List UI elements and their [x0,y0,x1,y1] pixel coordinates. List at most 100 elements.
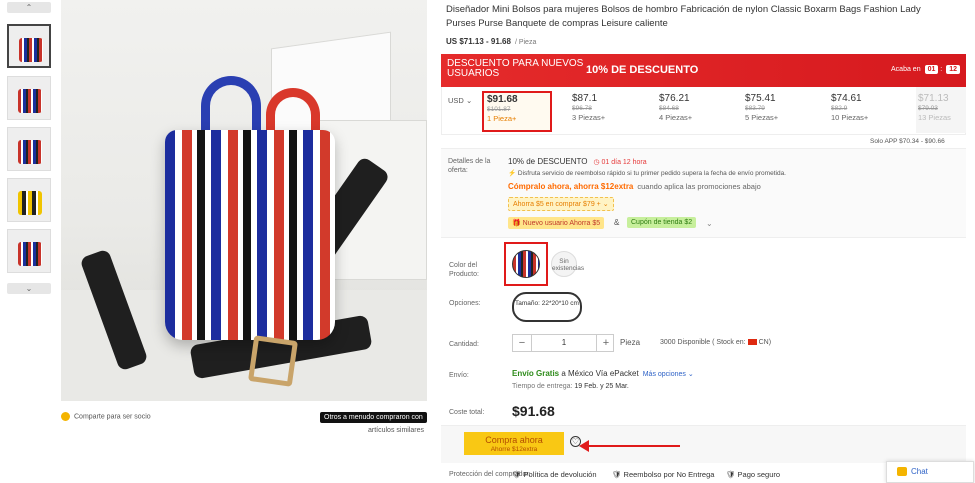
clock-icon: ◷ [593,159,602,166]
thumbnail-down-button[interactable]: ⌄ [7,283,51,294]
tier-5[interactable]: $74.61 $82.9 10 Piezas+ [831,93,901,122]
countdown-days: 01 [924,65,939,74]
similar-items-label: artículos similares [368,427,425,434]
solo-app-price[interactable]: Solo APP $70.34 - $90.66 [870,138,945,145]
price-tiers: USD ⌄ $91.68 $101.87 1 Pieza+ $87.1 $96.78 3… [441,87,966,135]
coupon-text: Ahorra $5 en comprar $79 + [513,201,601,208]
tier-price: $87.1 [572,93,598,104]
buy-promo-note: cuando aplica las promociones abajo [637,182,761,191]
buy-now-sub: Ahorre $12extra [490,446,538,453]
more-options-label: Más opciones [642,371,686,378]
stock-location: CN) [758,339,772,346]
banner-new-users: DESCUENTO PARA NUEVOS USUARIOS [447,58,584,79]
countdown-label: Acaba en [891,66,921,73]
quantity-stepper: − 1 + [512,334,614,352]
protection-returns: 🛡 Política de devolución [512,470,597,479]
strap-buckle [248,335,298,387]
price-unit: / Pieza [514,39,537,46]
tier-4[interactable]: $75.41 $83.79 5 Piezas+ [745,93,815,122]
chevron-down-icon: ⌄ [602,201,609,208]
tier-qty: 3 Piezas+ [572,113,606,122]
thumbnail-4[interactable] [7,178,51,222]
quantity-label: Cantidad: [449,341,479,348]
shield-icon: 🛡 [512,470,522,479]
tier-orig-price: $79.03 [918,105,938,112]
free-shipping: Envío Gratis [512,369,560,378]
options-label: Opciones: [449,300,481,307]
buy-now-button[interactable]: Compra ahora Ahorre $12extra [464,432,564,455]
share-icon [61,412,70,421]
store-coupon-text: Cupón de tienda $2 [631,219,693,226]
delivery-time-label: Tiempo de entrega: [512,383,575,390]
thumbnail-1[interactable] [7,24,51,68]
lightning-icon: ⚡ [508,170,517,177]
buy-now-label: Compra ahora [485,435,543,445]
protection-returns-text: Política de devolución [523,470,597,479]
store-coupon-chip[interactable]: Ahorra $5 en comprar $79 + ⌄ [508,197,614,211]
quantity-input[interactable]: 1 [531,335,597,351]
color-option-sold-out[interactable]: Sin existencias [551,251,584,277]
thumbnail-2[interactable] [7,76,51,120]
thumbnail-image [18,242,42,266]
china-flag-icon [747,339,757,346]
currency-select[interactable]: USD ⌄ [448,96,472,105]
product-title: Diseñador Mini Bolsos para mujeres Bolso… [446,4,921,29]
banner-discount: 10% DE DESCUENTO [586,64,699,76]
delivery-time: Tiempo de entrega: 19 Feb. y 25 Mar. [512,383,629,390]
increase-button[interactable]: + [597,335,615,351]
size-option[interactable]: Tamaño: 22*20*10 cm [512,292,582,322]
thumbnail-5[interactable] [7,229,51,273]
quantity-unit: Pieza [620,338,641,347]
total-value: $91.68 [512,403,555,419]
more-options-link[interactable]: Más opciones ⌄ [643,371,694,378]
tier-2[interactable]: $87.1 $96.78 3 Piezas+ [572,93,642,122]
delivery-time-value: 19 Feb. y 25 Mar. [574,383,629,390]
thumbnail-image [18,191,42,215]
tier-3[interactable]: $76.21 $84.68 4 Piezas+ [659,93,729,122]
new-user-coupon-text: Nuevo usuario Ahorra $5 [522,220,601,227]
color-swatch [512,250,540,278]
stock-text: 3000 Disponible ( Stock en: [660,339,746,346]
stock-info: 3000 Disponible ( Stock en: CN) [660,339,771,346]
tier-price: $71.13 [918,93,949,104]
ampersand: & [614,218,620,227]
chat-button[interactable]: Chat [886,461,974,483]
fast-refund-note: ⚡ Disfruta servicio de reembolso rápido … [508,169,786,177]
often-bought-button[interactable]: Otros a menudo compraron con [320,412,427,423]
offer-discount: 10% de DESCUENTO ◷ 01 día 12 hora [508,157,647,166]
thumbnail-up-button[interactable]: ⌃ [7,2,51,13]
tier-qty: 4 Piezas+ [659,113,693,122]
main-product-image[interactable] [61,0,427,401]
store-coupon[interactable]: Cupón de tienda $2 [627,217,697,228]
offer-timer: 01 día 12 hora [601,159,647,166]
tier-orig-price: $101.87 [487,106,511,113]
buy-promo-text: Cómpralo ahora, ahorra $12extra [508,182,634,191]
offer-discount-text: 10% de DESCUENTO [508,157,588,166]
chevron-down-icon: ⌄ [465,96,473,105]
tier-qty: 5 Piezas+ [745,113,779,122]
decrease-button[interactable]: − [513,335,531,351]
shield-icon: 🛡 [726,470,736,479]
tier-qty: 10 Piezas+ [831,113,869,122]
discount-banner: DESCUENTO PARA NUEVOS USUARIOS 10% DE DE… [441,54,966,87]
shipping-info: Envío Gratis a México Vía ePacket Más opc… [512,369,694,378]
annotation-arrow-head [579,440,589,452]
chat-label: Chat [911,467,928,476]
tier-orig-price: $84.68 [659,105,679,112]
share-link[interactable]: Comparte para ser socio [61,412,151,421]
tier-1[interactable]: $91.68 $101.87 1 Pieza+ [482,91,552,132]
thumbnail-3[interactable] [7,127,51,171]
thumbnail-image [18,89,42,113]
countdown-hours: 12 [946,65,960,74]
new-user-coupon[interactable]: 🎁 Nuevo usuario Ahorra $5 [508,217,605,229]
price-range: US $71.13 - 91.68/ Pieza [446,37,536,46]
chevron-down-icon[interactable]: ⌄ [706,219,713,228]
protection-payment: 🛡 Pago seguro [726,470,780,479]
color-option-selected[interactable] [504,242,548,286]
currency-label: USD [448,96,464,105]
tier-6[interactable]: $71.13 $79.03 13 Piezas [916,87,966,133]
tier-price: $91.68 [487,94,518,105]
gift-icon: 🎁 [512,220,521,227]
tier-qty: 13 Piezas [918,113,951,122]
tier-price: $76.21 [659,93,690,104]
